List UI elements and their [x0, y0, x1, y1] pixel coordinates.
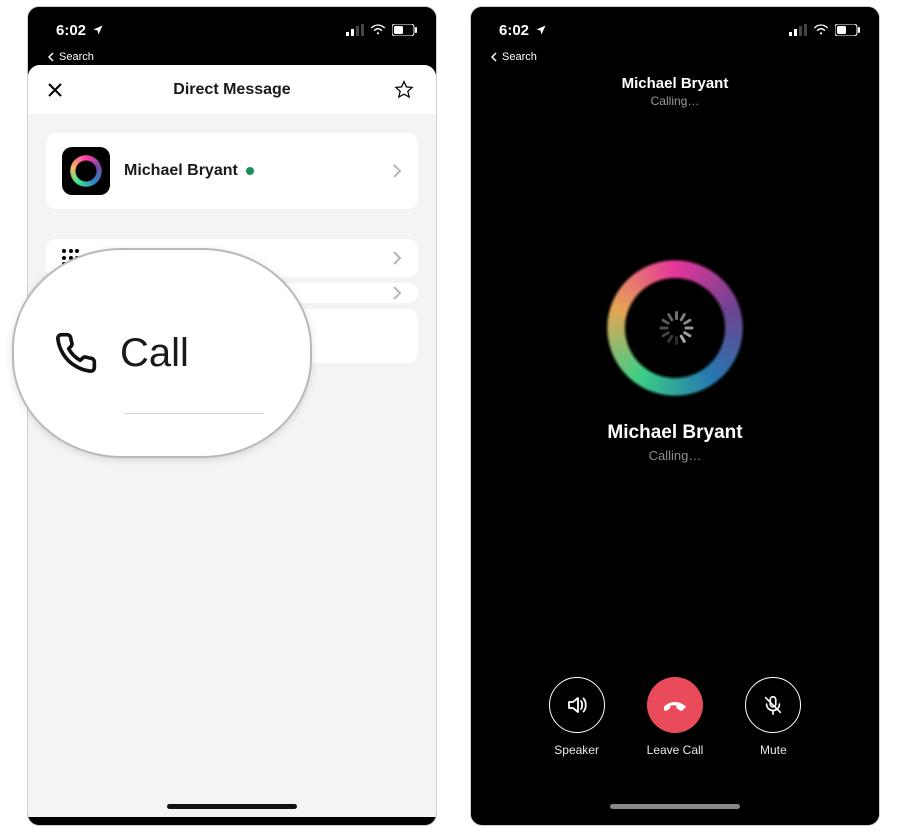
close-button[interactable]: [46, 81, 70, 99]
call-top: Michael Bryant Calling…: [622, 75, 729, 108]
callee-name-top: Michael Bryant: [622, 75, 729, 92]
home-indicator[interactable]: [610, 804, 740, 809]
contact-name: Michael Bryant: [124, 162, 254, 180]
phone-right: 6:02 Search Michael Bryant Calling…: [470, 6, 880, 826]
speaker-icon: [565, 693, 589, 717]
wifi-icon: [813, 24, 829, 36]
favorite-button[interactable]: [394, 80, 418, 100]
callee-name-mid: Michael Bryant: [607, 422, 742, 444]
chevron-right-icon: [392, 164, 402, 178]
back-to-search[interactable]: Search: [28, 51, 436, 65]
avatar-ring-icon: [70, 155, 102, 187]
back-label: Search: [59, 51, 94, 63]
chevron-left-icon: [491, 52, 498, 62]
avatar-large: [605, 258, 745, 398]
speaker-label: Speaker: [554, 743, 599, 757]
dm-header: Direct Message: [28, 65, 436, 115]
chevron-right-icon: [392, 286, 402, 300]
phone-icon: [54, 331, 98, 375]
chevron-right-icon: [392, 251, 402, 265]
avatar: [62, 147, 110, 195]
battery-icon: [835, 24, 861, 36]
call-status-mid: Calling…: [607, 448, 742, 463]
mute-label: Mute: [760, 743, 787, 757]
mute-icon: [762, 694, 784, 716]
status-bar: 6:02: [28, 7, 436, 51]
wifi-icon: [370, 24, 386, 36]
mute-button[interactable]: Mute: [745, 677, 801, 757]
page-title: Direct Message: [173, 81, 290, 99]
leave-label: Leave Call: [647, 743, 704, 757]
status-bar: 6:02: [471, 7, 879, 51]
status-time: 6:02: [56, 22, 86, 39]
close-icon: [46, 81, 64, 99]
star-icon: [394, 80, 414, 100]
call-screen: Michael Bryant Calling… Michael Bryant C…: [471, 65, 879, 817]
location-arrow-icon: [535, 24, 547, 36]
home-indicator[interactable]: [167, 804, 297, 809]
spinner-icon: [659, 312, 691, 344]
signal-icon: [789, 24, 807, 36]
call-button-row: Speaker Leave Call Mute: [471, 677, 879, 757]
back-label: Search: [502, 51, 537, 63]
signal-icon: [346, 24, 364, 36]
battery-icon: [392, 24, 418, 36]
call-label[interactable]: Call: [120, 331, 189, 376]
divider: [124, 413, 264, 414]
call-status-top: Calling…: [622, 94, 729, 108]
contact-name-text: Michael Bryant: [124, 162, 238, 180]
chevron-left-icon: [48, 52, 55, 62]
contact-card[interactable]: Michael Bryant: [46, 133, 418, 209]
location-arrow-icon: [92, 24, 104, 36]
hangup-icon: [661, 691, 689, 719]
speaker-button[interactable]: Speaker: [549, 677, 605, 757]
back-to-search[interactable]: Search: [471, 51, 879, 65]
call-mid: Michael Bryant Calling…: [607, 422, 742, 463]
leave-call-button[interactable]: Leave Call: [647, 677, 704, 757]
status-time: 6:02: [499, 22, 529, 39]
presence-indicator-icon: [246, 167, 254, 175]
call-callout: Call: [12, 248, 312, 458]
